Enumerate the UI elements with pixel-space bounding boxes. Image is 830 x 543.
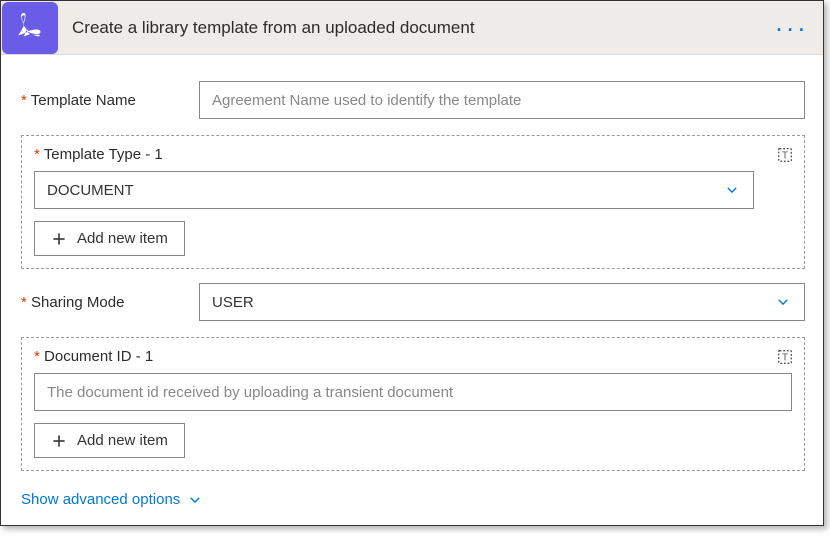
sharing-mode-label: * Sharing Mode xyxy=(21,294,199,311)
chevron-down-icon xyxy=(188,493,202,507)
advanced-label: Show advanced options xyxy=(21,491,180,508)
sharing-mode-row: * Sharing Mode USER xyxy=(21,283,805,321)
plus-icon xyxy=(51,433,67,449)
add-template-type-label: Add new item xyxy=(77,230,168,247)
array-mode-icon[interactable]: T xyxy=(776,146,794,164)
required-asterisk: * xyxy=(34,146,40,163)
action-card: Create a library template from an upload… xyxy=(0,0,824,526)
sharing-mode-value: USER xyxy=(212,294,254,311)
template-name-input[interactable] xyxy=(199,81,805,119)
template-type-group: T * Template Type - 1 DOCUMENT Add xyxy=(21,135,805,269)
sharing-mode-select[interactable]: USER xyxy=(199,283,805,321)
template-name-label: * Template Name xyxy=(21,92,199,109)
template-type-select[interactable]: DOCUMENT xyxy=(34,171,754,209)
card-header: Create a library template from an upload… xyxy=(1,1,823,55)
svg-text:T: T xyxy=(782,151,788,162)
chevron-down-icon xyxy=(725,183,739,197)
add-template-type-button[interactable]: Add new item xyxy=(34,221,185,256)
chevron-down-icon xyxy=(776,295,790,309)
plus-icon xyxy=(51,231,67,247)
card-title: Create a library template from an upload… xyxy=(72,18,775,38)
more-options-button[interactable]: ... xyxy=(775,19,809,37)
template-type-label: * Template Type - 1 xyxy=(34,146,792,163)
document-id-label: * Document ID - 1 xyxy=(34,348,792,365)
add-document-id-label: Add new item xyxy=(77,432,168,449)
show-advanced-options-button[interactable]: Show advanced options xyxy=(21,491,202,508)
required-asterisk: * xyxy=(21,92,27,109)
add-document-id-button[interactable]: Add new item xyxy=(34,423,185,458)
document-id-input[interactable] xyxy=(34,373,792,411)
document-id-group: T * Document ID - 1 Add new item xyxy=(21,337,805,471)
template-name-row: * Template Name xyxy=(21,81,805,119)
svg-text:T: T xyxy=(782,353,788,364)
required-asterisk: * xyxy=(34,348,40,365)
array-mode-icon[interactable]: T xyxy=(776,348,794,366)
template-type-value: DOCUMENT xyxy=(47,182,134,199)
required-asterisk: * xyxy=(21,294,27,311)
card-body: * Template Name T * Template Type - 1 DO… xyxy=(1,55,823,525)
adobe-acrobat-icon xyxy=(2,2,58,54)
